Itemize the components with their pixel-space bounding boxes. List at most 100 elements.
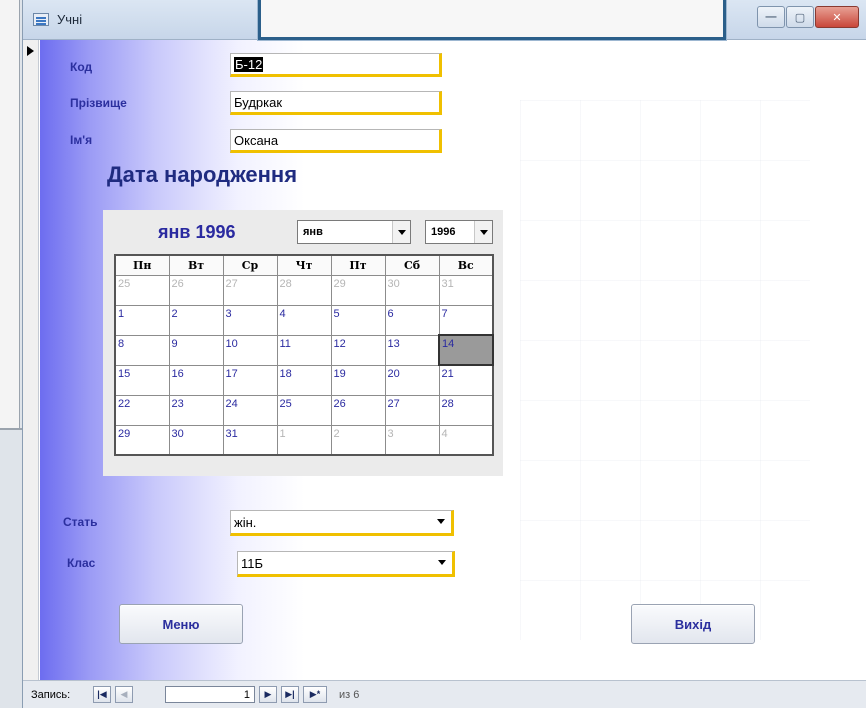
- calendar-day[interactable]: 18: [276, 364, 332, 396]
- weekday-header: Пн: [114, 254, 170, 276]
- chevron-down-icon[interactable]: [474, 221, 492, 243]
- close-button[interactable]: ✕: [815, 6, 859, 28]
- calendar-day[interactable]: 8: [114, 334, 170, 366]
- new-record-icon[interactable]: ▶*: [303, 686, 327, 703]
- calendar-grid: Пн Вт Ср Чт Пт Сб Вс 25 26 27 28 29 30 31 1 2 3 4 5…: [114, 254, 494, 456]
- calendar-day[interactable]: 24: [222, 394, 278, 426]
- record-selector[interactable]: [23, 40, 39, 680]
- weekday-header: Чт: [276, 254, 332, 276]
- calendar-day[interactable]: 28: [438, 394, 494, 426]
- chevron-down-icon[interactable]: [438, 560, 446, 565]
- calendar-day[interactable]: 28: [276, 274, 332, 306]
- calendar-day[interactable]: 19: [330, 364, 386, 396]
- calendar-day[interactable]: 20: [384, 364, 440, 396]
- next-record-icon[interactable]: ▶: [259, 686, 277, 703]
- calendar-day[interactable]: 2: [168, 304, 224, 336]
- background-window-edge: [0, 0, 20, 430]
- window-controls: — ▢ ✕: [756, 6, 859, 32]
- month-select[interactable]: янв: [297, 220, 411, 244]
- calendar-day[interactable]: 30: [384, 274, 440, 306]
- exit-button[interactable]: Вихід: [631, 604, 755, 644]
- weekday-header: Пт: [330, 254, 386, 276]
- calendar-day[interactable]: 9: [168, 334, 224, 366]
- weekday-header-row: Пн Вт Ср Чт Пт Сб Вс: [114, 254, 494, 276]
- year-select[interactable]: 1996: [425, 220, 493, 244]
- year-select-value: 1996: [431, 226, 456, 238]
- calendar-day[interactable]: 3: [222, 304, 278, 336]
- name-label: Ім'я: [70, 133, 93, 147]
- calendar-day[interactable]: 15: [114, 364, 170, 396]
- weekday-header: Ср: [222, 254, 278, 276]
- calendar-day[interactable]: 25: [276, 394, 332, 426]
- calendar-day[interactable]: 13: [384, 334, 440, 366]
- calendar-month-title: янв 1996: [158, 222, 236, 242]
- calendar-day[interactable]: 21: [438, 364, 494, 396]
- calendar-week-row: 29 30 31 1 2 3 4: [114, 424, 494, 456]
- calendar-day[interactable]: 3: [384, 424, 440, 456]
- minimize-button[interactable]: —: [757, 6, 785, 28]
- form-window: Учні — ▢ ✕ Код Б-12 Прізвище Будркак Ім'…: [22, 0, 866, 708]
- maximize-button[interactable]: ▢: [786, 6, 814, 28]
- surname-field[interactable]: Будркак: [230, 91, 442, 115]
- previous-record-icon[interactable]: ◀: [115, 686, 133, 703]
- calendar-day[interactable]: 23: [168, 394, 224, 426]
- calendar-day[interactable]: 27: [222, 274, 278, 306]
- calendar-day[interactable]: 4: [438, 424, 494, 456]
- weekday-header: Сб: [384, 254, 440, 276]
- calendar-day[interactable]: 7: [438, 304, 494, 336]
- calendar-day[interactable]: 26: [330, 394, 386, 426]
- surname-label: Прізвище: [70, 96, 127, 110]
- code-label: Код: [70, 60, 93, 74]
- chevron-down-icon[interactable]: [392, 221, 410, 243]
- calendar-day[interactable]: 2: [330, 424, 386, 456]
- calendar-week-row: 1234567: [114, 304, 494, 336]
- record-navigation-bar: Запись: |◀ ◀ 1 ▶ ▶| ▶* из 6: [23, 680, 866, 708]
- calendar-day[interactable]: 31: [438, 274, 494, 306]
- gender-combobox[interactable]: жін.: [230, 510, 454, 536]
- calendar-week-row: 8 9 10 11 12 13 14: [114, 334, 494, 366]
- chevron-down-icon[interactable]: [437, 519, 445, 524]
- calendar-day[interactable]: 16: [168, 364, 224, 396]
- month-select-value: янв: [303, 226, 323, 238]
- current-record-input[interactable]: 1: [165, 686, 255, 703]
- calendar-day-selected[interactable]: 14: [438, 334, 494, 366]
- calendar-day[interactable]: 17: [222, 364, 278, 396]
- calendar-day[interactable]: 12: [330, 334, 386, 366]
- gender-label: Стать: [63, 515, 98, 529]
- class-value: 11Б: [241, 556, 264, 571]
- calendar-day[interactable]: 22: [114, 394, 170, 426]
- calendar-day[interactable]: 4: [276, 304, 332, 336]
- class-label: Клас: [67, 556, 96, 570]
- code-value: Б-12: [234, 57, 264, 72]
- calendar-day[interactable]: 30: [168, 424, 224, 456]
- record-label: Запись:: [31, 689, 71, 701]
- calendar-day[interactable]: 25: [114, 274, 170, 306]
- name-field[interactable]: Оксана: [230, 129, 442, 153]
- calendar-day[interactable]: 26: [168, 274, 224, 306]
- calendar-day[interactable]: 29: [330, 274, 386, 306]
- calendar-day[interactable]: 1: [276, 424, 332, 456]
- record-count: из 6: [339, 689, 360, 701]
- calendar-week-row: 22 23 24 25 26 27 28: [114, 394, 494, 426]
- dob-heading: Дата народження: [107, 162, 298, 187]
- first-record-icon[interactable]: |◀: [93, 686, 111, 703]
- class-combobox[interactable]: 11Б: [237, 551, 455, 577]
- calendar-day[interactable]: 11: [276, 334, 332, 366]
- calendar-week-row: 15 16 17 18 19 20 21: [114, 364, 494, 396]
- code-field[interactable]: Б-12: [230, 53, 442, 77]
- weekday-header: Вс: [438, 254, 494, 276]
- calendar-day[interactable]: 1: [114, 304, 170, 336]
- calendar-day[interactable]: 10: [222, 334, 278, 366]
- menu-button[interactable]: Меню: [119, 604, 243, 644]
- current-record-arrow-icon: [27, 46, 34, 56]
- calendar-day[interactable]: 29: [114, 424, 170, 456]
- background-dialog-frame: [258, 0, 726, 40]
- birth-date-calendar[interactable]: янв 1996 янв 1996 Пн Вт Ср Чт Пт Сб Вс 2…: [103, 210, 503, 476]
- form-icon: [33, 13, 49, 26]
- calendar-day[interactable]: 27: [384, 394, 440, 426]
- calendar-day[interactable]: 31: [222, 424, 278, 456]
- calendar-day[interactable]: 6: [384, 304, 440, 336]
- weekday-header: Вт: [168, 254, 224, 276]
- calendar-day[interactable]: 5: [330, 304, 386, 336]
- last-record-icon[interactable]: ▶|: [281, 686, 299, 703]
